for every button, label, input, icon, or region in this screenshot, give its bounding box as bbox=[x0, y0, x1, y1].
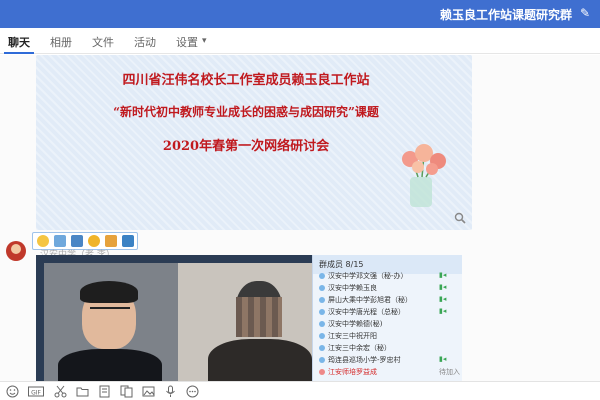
mic-icon[interactable] bbox=[164, 385, 177, 398]
tab-bar: 聊天 相册 文件 活动 设置 ▾ bbox=[0, 28, 600, 54]
active-tab-indicator bbox=[4, 52, 34, 54]
member-panel: 群成员 8/15 汉安中学邓文强（秘-办） ▮◂ 汉安中学赖玉良 ▮◂ 屏山大乘中学… bbox=[312, 255, 462, 381]
emoji-icon[interactable] bbox=[6, 385, 19, 398]
folder-icon[interactable] bbox=[105, 235, 117, 247]
chevron-down-icon[interactable]: ▾ bbox=[202, 36, 207, 46]
list-item: 汉安中学邓文强（秘-办） ▮◂ bbox=[319, 271, 446, 281]
scissors-icon[interactable] bbox=[54, 385, 67, 398]
list-item: 江安三中祝开阳 bbox=[319, 331, 377, 341]
list-item: 汉安中学赖玉良 ▮◂ bbox=[319, 283, 446, 293]
tab-settings[interactable]: 设置 bbox=[176, 34, 198, 50]
screenshot-icon[interactable] bbox=[54, 235, 66, 247]
doc-icon[interactable] bbox=[120, 385, 133, 398]
tab-files[interactable]: 文件 bbox=[92, 34, 114, 50]
chat-area[interactable]: 四川省汪伟名校长工作室成员赖玉良工作站 “新时代初中教师专业成长的困惑与成因研究… bbox=[0, 55, 600, 381]
video-feed-speaker bbox=[44, 263, 178, 381]
more-icon[interactable] bbox=[186, 385, 199, 398]
list-item: 汉安中学唐光程（总秘） ▮◂ bbox=[319, 307, 446, 317]
emoji-icon[interactable] bbox=[37, 235, 49, 247]
input-toolbar: GIF bbox=[0, 381, 600, 400]
banner-line-1: 四川省汪伟名校长工作室成员赖玉良工作站 bbox=[122, 73, 370, 88]
flower-vase-illustration bbox=[402, 144, 446, 207]
banner-line-3: 2020年春第一次网络研讨会 bbox=[162, 139, 330, 154]
banner-line-2: “新时代初中教师专业成长的困惑与成因研究”课题 bbox=[113, 105, 379, 119]
smile-icon[interactable] bbox=[88, 235, 100, 247]
tab-activity[interactable]: 活动 bbox=[134, 34, 156, 50]
list-item: 江安师培罗益成 待加入 bbox=[319, 367, 460, 377]
gif-icon[interactable]: GIF bbox=[28, 385, 44, 398]
list-item: 屏山大乘中学彭旭君（秘） ▮◂ bbox=[319, 295, 446, 305]
file-icon[interactable] bbox=[98, 385, 111, 398]
list-item: 江安三中余宏（秘） bbox=[319, 343, 391, 353]
folder-icon[interactable] bbox=[76, 385, 89, 398]
svg-text:GIF: GIF bbox=[31, 390, 41, 397]
video-feed-participant bbox=[178, 263, 312, 381]
image-icon[interactable] bbox=[142, 385, 155, 398]
edit-icon[interactable]: ✎ bbox=[580, 6, 590, 20]
favorite-icon[interactable] bbox=[122, 235, 134, 247]
title-bar: 赖玉良工作站课题研究群 ✎ bbox=[0, 0, 600, 28]
list-item: 筠连县巡场小学-罗忠村 ▮◂ bbox=[319, 355, 446, 365]
avatar[interactable] bbox=[6, 241, 26, 261]
list-item: 汉安中学赖德(秘) bbox=[319, 319, 382, 329]
tab-chat[interactable]: 聊天 bbox=[8, 34, 30, 50]
conference-screenshot[interactable]: 群成员 8/15 汉安中学邓文强（秘-办） ▮◂ 汉安中学赖玉良 ▮◂ 屏山大乘中学… bbox=[36, 255, 462, 381]
zoom-icon[interactable] bbox=[454, 212, 466, 224]
window-title: 赖玉良工作站课题研究群 bbox=[439, 8, 572, 22]
image-icon[interactable] bbox=[71, 235, 83, 247]
banner-image[interactable]: 四川省汪伟名校长工作室成员赖玉良工作站 “新时代初中教师专业成长的困惑与成因研究… bbox=[36, 55, 472, 230]
tab-album[interactable]: 相册 bbox=[50, 34, 72, 50]
